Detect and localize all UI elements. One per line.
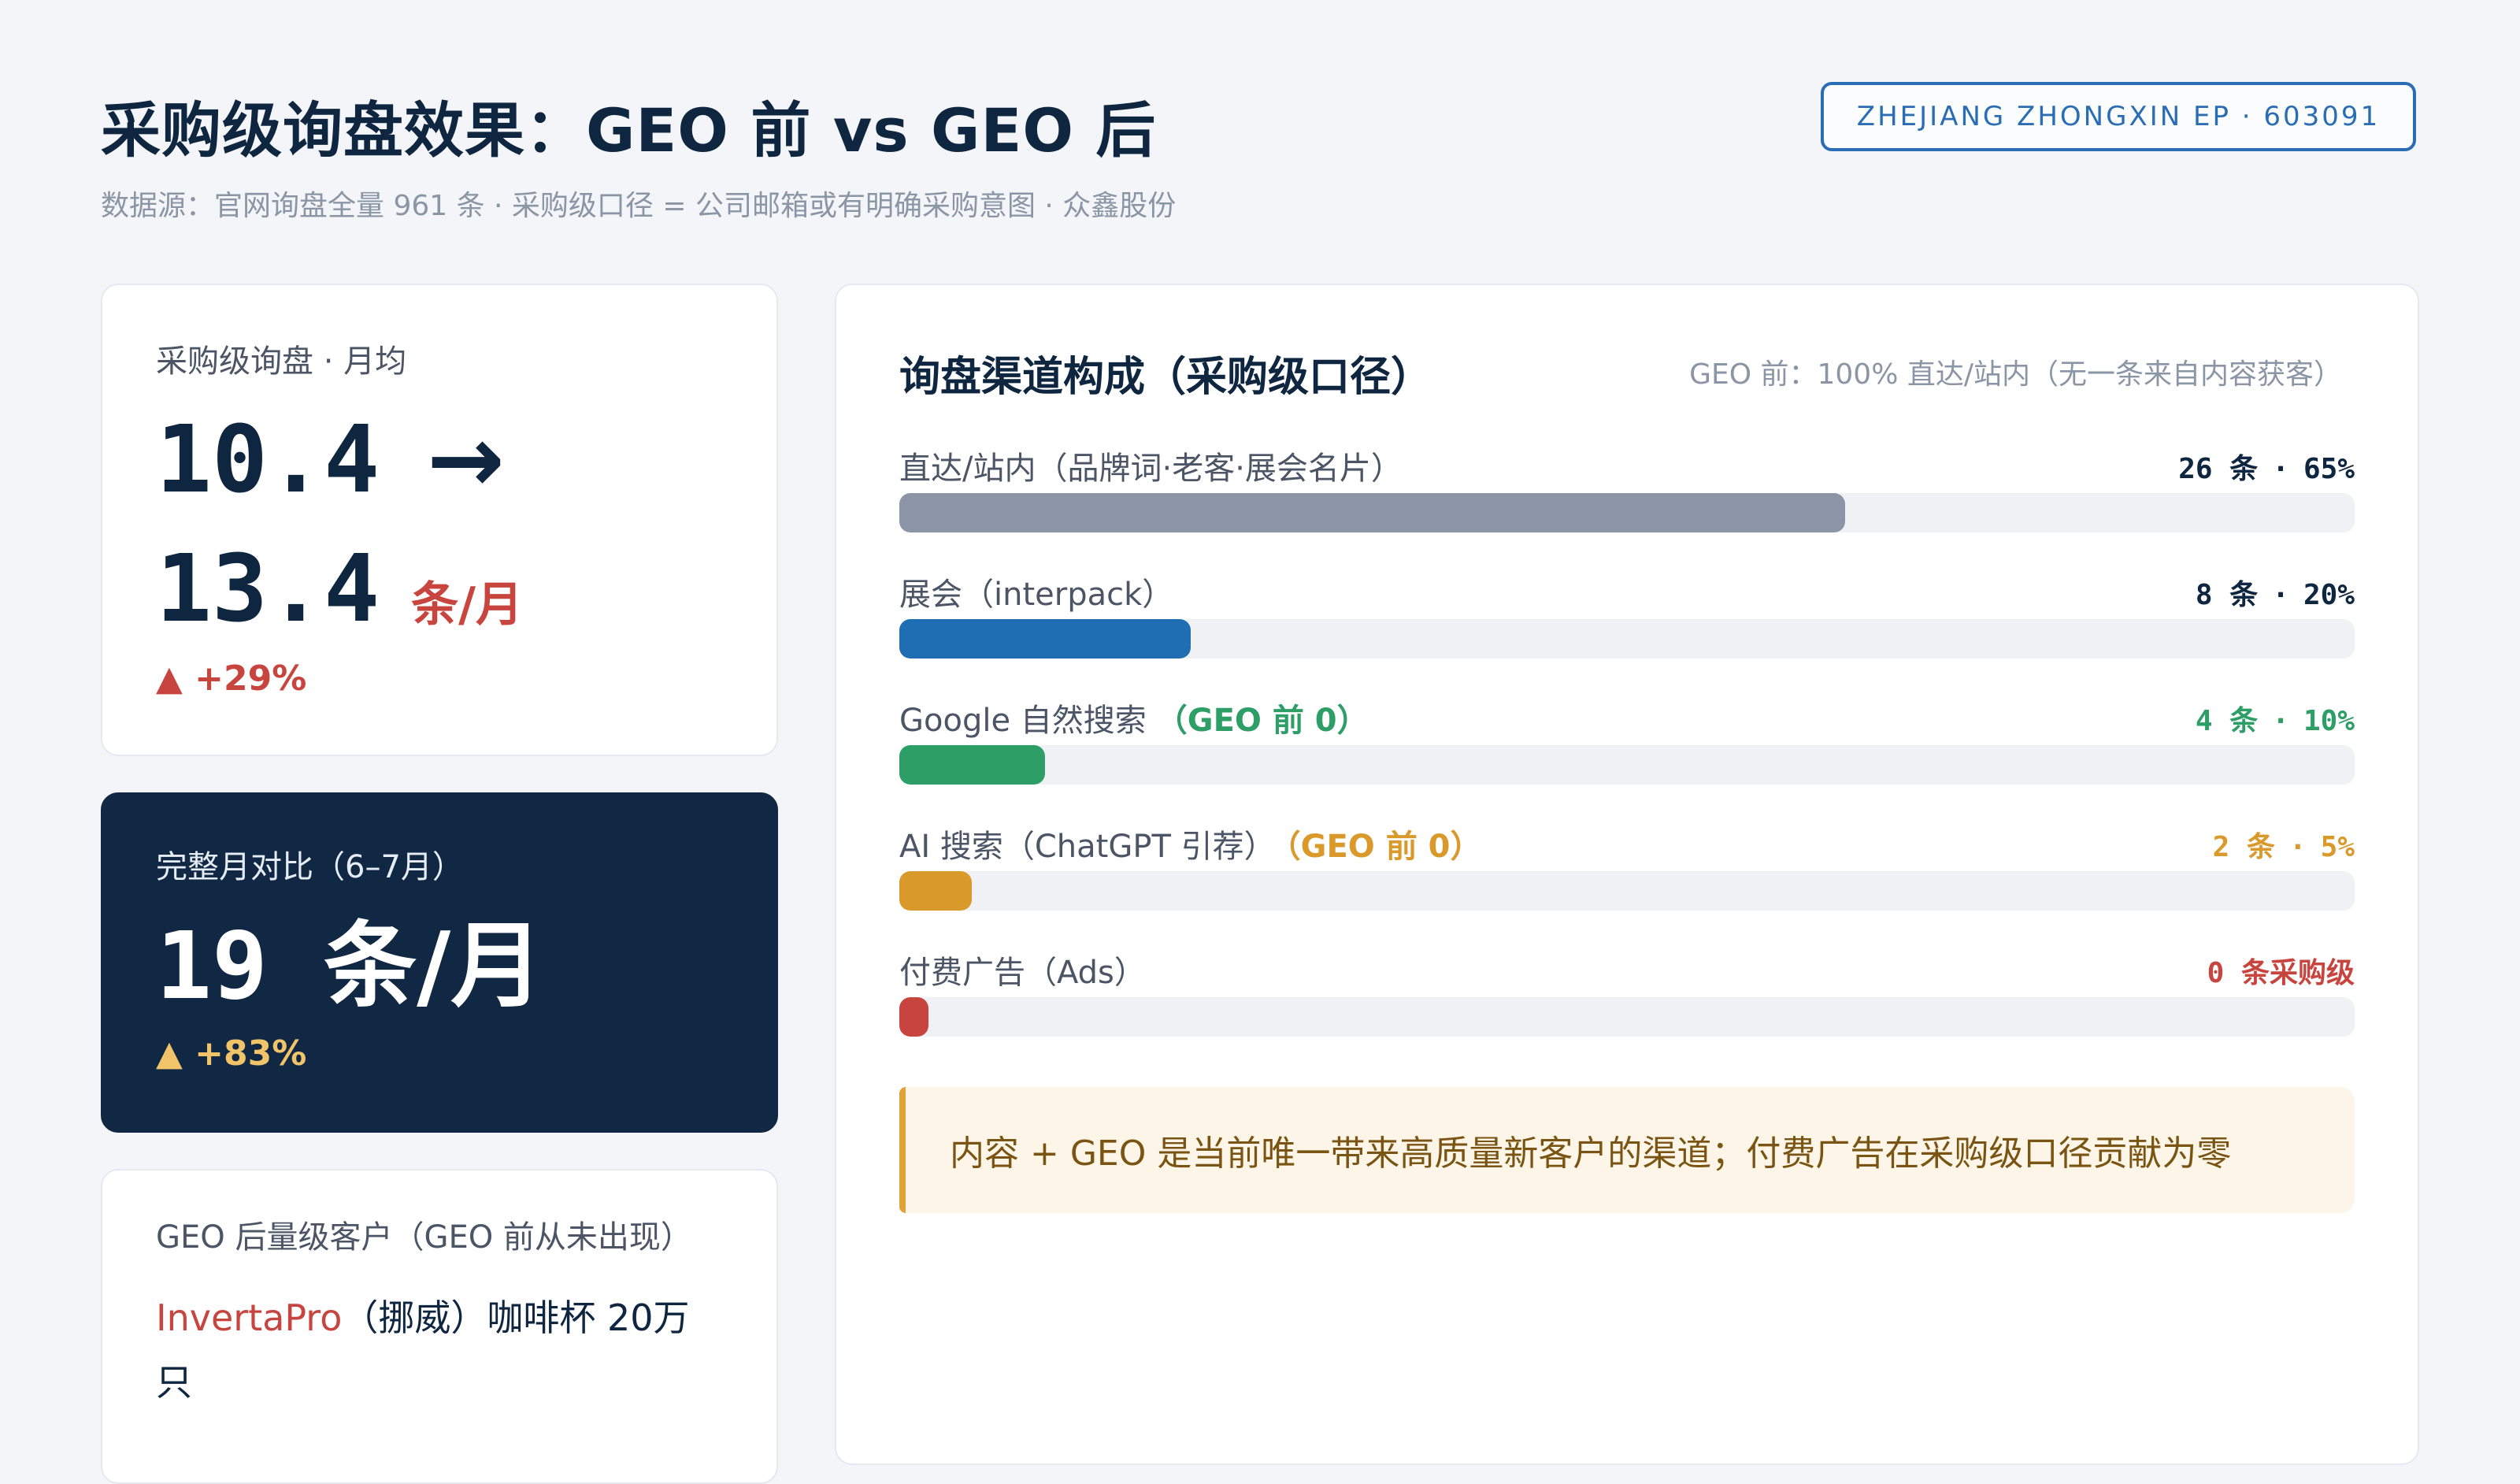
channel-bar-track bbox=[899, 871, 2355, 911]
channel-breakdown-panel: 询盘渠道构成（采购级口径） GEO 前：100% 直达/站内（无一条来自内容获客… bbox=[835, 284, 2419, 1465]
full-month-card: 完整月对比（6–7月） 19 条/月 ▲ +83% bbox=[101, 792, 778, 1133]
monthly-delta: ▲ +29% bbox=[156, 659, 307, 699]
channel-value: 8 条 · 20% bbox=[2196, 572, 2355, 613]
new-clients-label: GEO 后量级客户（GEO 前从未出现） bbox=[156, 1219, 692, 1256]
channel-count: 4 条 bbox=[2195, 705, 2259, 737]
channel-bar-fill bbox=[899, 745, 1045, 785]
channel-separator: · bbox=[2272, 705, 2289, 737]
channel-bar-fill bbox=[899, 997, 928, 1037]
page-title: 采购级询盘效果：GEO 前 vs GEO 后 bbox=[101, 95, 1157, 165]
channel-percent: 5% bbox=[2320, 831, 2355, 863]
monthly-after-value: 13.4 bbox=[156, 534, 380, 643]
page-subtitle: 数据源：官网询盘全量 961 条 · 采购级口径 = 公司邮箱或有明确采购意图 … bbox=[101, 190, 1177, 222]
channel-name: Google 自然搜索 （GEO 前 0） bbox=[899, 695, 1369, 740]
callout-note: 内容 + GEO 是当前唯一带来高质量新客户的渠道；付费广告在采购级口径贡献为零 bbox=[899, 1087, 2355, 1213]
channel-tag: （GEO 前 0） bbox=[1155, 703, 1369, 739]
full-month-value-row: 19 条/月 bbox=[156, 915, 723, 1018]
channel-row: 展会（interpack） 8 条 · 20% bbox=[899, 569, 2355, 679]
channel-row: 付费广告（Ads） 0 条采购级 bbox=[899, 947, 2355, 1057]
channel-percent: 20% bbox=[2303, 579, 2355, 611]
channel-separator: · bbox=[2288, 831, 2307, 863]
channel-name: 展会（interpack） bbox=[899, 569, 1173, 614]
channel-percent: 10% bbox=[2303, 705, 2355, 737]
full-month-label: 完整月对比（6–7月） bbox=[156, 849, 464, 885]
full-month-delta: ▲ +83% bbox=[156, 1033, 307, 1074]
channel-separator: · bbox=[2272, 453, 2289, 485]
channel-row: 直达/站内（品牌词·老客·展会名片） 26 条 · 65% bbox=[899, 443, 2355, 553]
channel-value: 0 条采购级 bbox=[2207, 950, 2355, 991]
channel-row: AI 搜索（ChatGPT 引荐） （GEO 前 0） 2 条 · 5% bbox=[899, 821, 2355, 931]
monthly-unit: 条/月 bbox=[411, 577, 524, 633]
channel-panel-title: 询盘渠道构成（采购级口径） bbox=[899, 354, 1432, 401]
channel-count: 2 条 bbox=[2212, 831, 2275, 863]
company-badge: ZHEJIANG ZHONGXIN EP · 603091 bbox=[1821, 82, 2416, 151]
monthly-after-row: 13.4 条/月 bbox=[156, 542, 723, 635]
full-month-unit: 条/月 bbox=[324, 911, 544, 1020]
channel-name-text: 展会（interpack） bbox=[899, 577, 1174, 613]
channel-row: Google 自然搜索 （GEO 前 0） 4 条 · 10% bbox=[899, 695, 2355, 805]
channel-bar-fill bbox=[899, 493, 1845, 532]
channel-name: 直达/站内（品牌词·老客·展会名片） bbox=[899, 443, 1403, 488]
channel-name: 付费广告（Ads） bbox=[899, 947, 1146, 992]
monthly-before-row: 10.4 → bbox=[156, 413, 723, 506]
channel-percent: 65% bbox=[2303, 453, 2355, 485]
channel-bar-fill bbox=[899, 619, 1191, 659]
monthly-average-card: 采购级询盘 · 月均 10.4 → 13.4 条/月 ▲ +29% bbox=[101, 284, 778, 756]
channel-bar-track bbox=[899, 493, 2355, 532]
channel-panel-note: GEO 前：100% 直达/站内（无一条来自内容获客） bbox=[1689, 358, 2342, 391]
channel-count: 8 条 bbox=[2195, 579, 2259, 611]
channel-count: 0 条采购级 bbox=[2207, 957, 2355, 989]
full-month-value: 19 bbox=[156, 911, 269, 1020]
monthly-before-value: 10.4 bbox=[156, 405, 380, 514]
monthly-average-label: 采购级询盘 · 月均 bbox=[156, 343, 407, 380]
channel-separator: · bbox=[2272, 579, 2289, 611]
client-name: InvertaPro bbox=[156, 1297, 343, 1339]
channel-value: 4 条 · 10% bbox=[2196, 698, 2355, 739]
channel-name: AI 搜索（ChatGPT 引荐） （GEO 前 0） bbox=[899, 821, 1481, 866]
client-entry: InvertaPro（挪威）咖啡杯 20万只 bbox=[156, 1286, 723, 1415]
channel-name-text: 直达/站内（品牌词·老客·展会名片） bbox=[899, 451, 1403, 487]
channel-name-text: 付费广告（Ads） bbox=[899, 955, 1146, 991]
channel-value: 2 条 · 5% bbox=[2213, 824, 2355, 865]
new-clients-card: GEO 后量级客户（GEO 前从未出现） InvertaPro（挪威）咖啡杯 2… bbox=[101, 1169, 778, 1484]
channel-value: 26 条 · 65% bbox=[2178, 446, 2355, 487]
channel-tag: （GEO 前 0） bbox=[1284, 829, 1482, 865]
channel-count: 26 条 bbox=[2178, 453, 2259, 485]
channel-bar-track bbox=[899, 619, 2355, 659]
channel-bar-fill bbox=[899, 871, 972, 911]
channel-name-text: AI 搜索（ChatGPT 引荐） bbox=[899, 829, 1276, 865]
channel-name-text: Google 自然搜索 bbox=[899, 703, 1147, 739]
channel-bar-track bbox=[899, 745, 2355, 785]
arrow-right-icon: → bbox=[427, 405, 506, 514]
channel-bar-track bbox=[899, 997, 2355, 1037]
